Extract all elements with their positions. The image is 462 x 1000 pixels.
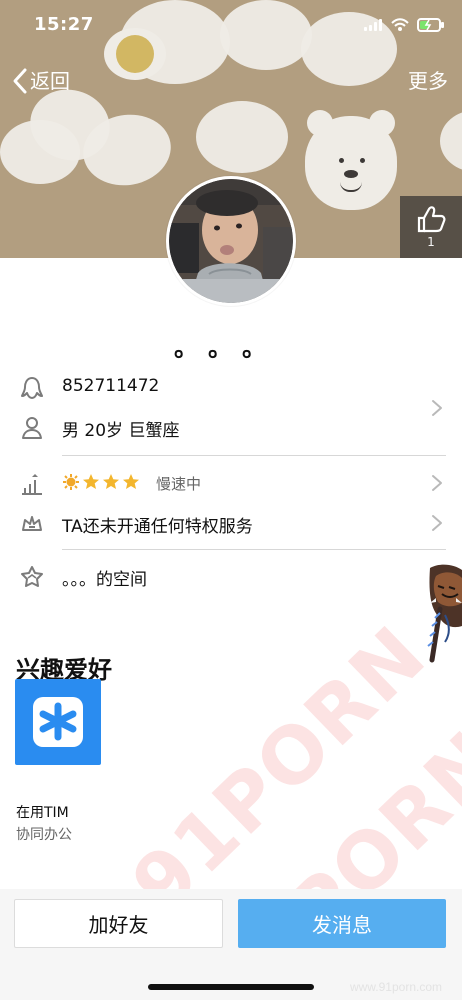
status-time: 15:27 <box>34 14 94 35</box>
star-level-icon <box>83 474 99 489</box>
like-count: 1 <box>427 235 435 249</box>
chevron-left-icon <box>13 68 27 94</box>
tim-app-tile[interactable] <box>15 679 101 765</box>
privilege-row[interactable]: TA还未开通任何特权服务 <box>0 504 462 544</box>
bear-decoration <box>305 110 397 210</box>
mascot-icon <box>427 564 462 663</box>
watermark: 91PORN <box>115 609 444 931</box>
status-bar: 15:27 <box>0 0 462 44</box>
crown-icon <box>22 516 42 531</box>
profile-name: 。。。 <box>174 334 288 362</box>
signal-icon <box>364 19 382 31</box>
bottom-action-bar: 加好友 发消息 www.91porn.com <box>0 889 462 1000</box>
space-text: 。。。的空间 <box>62 570 147 590</box>
level-stars <box>62 473 140 491</box>
send-message-button[interactable]: 发消息 <box>238 899 446 948</box>
qq-icon <box>21 377 43 399</box>
back-button[interactable]: 返回 <box>10 63 70 99</box>
wifi-icon <box>391 18 409 31</box>
divider <box>62 549 446 550</box>
divider <box>62 455 446 456</box>
corner-watermark: www.91porn.com <box>349 980 442 994</box>
chevron-right-icon <box>432 400 442 416</box>
add-friend-button[interactable]: 加好友 <box>14 899 223 948</box>
thumbs-up-icon <box>417 206 446 233</box>
tim-app-icon <box>33 697 83 747</box>
user-icon <box>22 417 42 439</box>
avatar[interactable] <box>166 176 296 306</box>
level-icon <box>22 474 42 495</box>
privilege-text: TA还未开通任何特权服务 <box>62 517 253 537</box>
app-category: 协同办公 <box>16 827 72 843</box>
level-row[interactable]: 慢速中 <box>0 464 462 504</box>
qq-number: 852711472 <box>62 376 160 396</box>
qq-number-row[interactable]: 852711472 <box>0 368 462 408</box>
bear-eye <box>339 158 344 163</box>
top-nav: 返回 更多 <box>0 63 462 101</box>
star-level-icon <box>103 474 119 489</box>
basic-info-row[interactable]: 男 20岁 巨蟹座 <box>0 408 462 448</box>
dumpling-decoration <box>440 110 462 172</box>
more-button[interactable]: 更多 <box>408 63 448 99</box>
level-status: 慢速中 <box>156 475 202 493</box>
battery-icon <box>417 18 444 32</box>
bear-nose <box>344 170 358 178</box>
like-button[interactable]: 1 <box>400 196 462 258</box>
chevron-right-icon <box>432 515 442 531</box>
dumpling-decoration <box>196 101 288 173</box>
star-bubble-icon <box>21 566 43 587</box>
avatar-image <box>169 179 293 303</box>
profile-page: 15:27 返回 更多 1 。。。 852711472 男 20岁 巨蟹座 慢速… <box>0 0 462 1000</box>
sun-level-icon <box>63 474 79 490</box>
back-label: 返回 <box>30 69 70 93</box>
status-icons <box>363 18 445 32</box>
basic-info: 男 20岁 巨蟹座 <box>62 421 180 441</box>
bear-mouth <box>340 182 362 192</box>
star-level-icon <box>123 474 139 489</box>
space-row[interactable]: 。。。的空间 <box>0 557 462 597</box>
bear-eye <box>360 158 365 163</box>
home-indicator[interactable] <box>148 984 314 990</box>
app-name: 在用TIM <box>16 805 69 821</box>
chevron-right-icon <box>432 475 442 491</box>
